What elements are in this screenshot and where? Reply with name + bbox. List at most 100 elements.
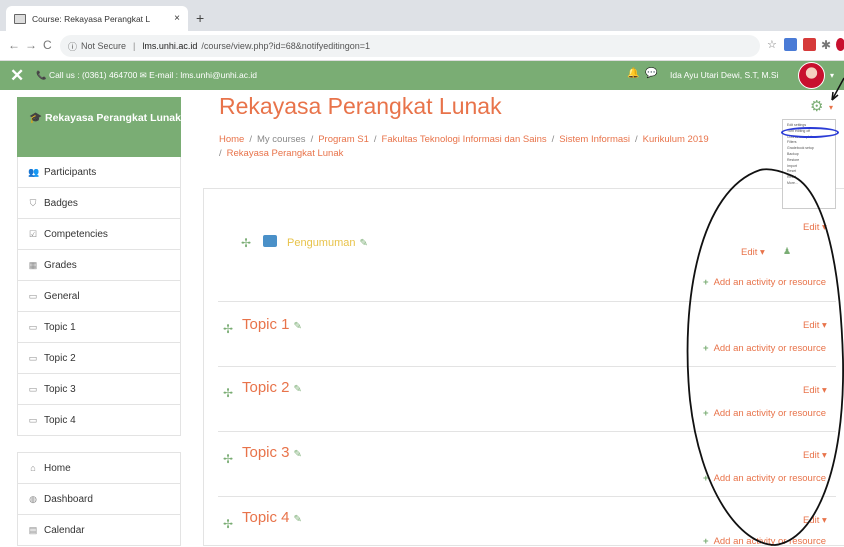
move-icon[interactable]: ✢ [241,236,251,250]
sidebar-item-badges[interactable]: ⛉ Badges [17,188,181,219]
info-icon[interactable]: ⓘ [68,40,77,53]
back-button[interactable]: ← [8,38,20,52]
person-icon[interactable]: ♟ [783,246,791,257]
contact-info: 📞 Call us : (0361) 464700 ✉ E-mail : lms… [36,70,257,80]
breadcrumb-item[interactable]: Program S1 [318,134,369,145]
extension-icon[interactable] [784,38,797,51]
sidebar-item-general[interactable]: ▭ General [17,281,181,312]
browser-tab-strip: Course: Rekayasa Perangkat L × + [0,0,844,31]
new-tab-button[interactable]: + [196,10,204,26]
section-edit-menu[interactable]: Edit ▾ [803,450,827,461]
breadcrumb-item[interactable]: Home [219,134,244,145]
folder-icon: ▭ [28,383,38,394]
sidebar-item-label: Calendar [44,524,85,536]
user-name[interactable]: Ida Ayu Utari Dewi, S.T, M.Si [670,70,779,80]
close-drawer-icon[interactable]: ✕ [10,66,24,86]
profile-icon[interactable] [836,38,844,51]
tab-close-icon[interactable]: × [174,13,180,24]
move-icon[interactable]: ✢ [223,386,233,400]
activity-edit-menu[interactable]: Edit ▾ [741,247,765,258]
section-title[interactable]: Topic 2 ✎ [242,379,302,396]
add-activity-link[interactable]: + Add an activity or resource [703,408,826,419]
add-activity-link[interactable]: + Add an activity or resource [703,473,826,484]
menu-item[interactable]: More... [787,181,833,187]
sidebar-item-label: Competencies [44,228,108,240]
bookmark-star-icon[interactable]: ☆ [767,38,777,51]
user-menu-caret-icon[interactable]: ▾ [830,71,834,80]
pencil-icon[interactable]: ✎ [294,514,302,525]
messages-icon[interactable]: 💬 [645,68,657,79]
gear-icon[interactable]: ⚙ [810,97,823,115]
move-icon[interactable]: ✢ [223,452,233,466]
graduation-cap-icon: 🎓 [29,112,45,124]
sidebar-item-label: Badges [44,197,78,209]
add-activity-link[interactable]: + Add an activity or resource [703,536,826,547]
section-title[interactable]: Topic 3 ✎ [242,444,302,461]
section-edit-menu[interactable]: Edit ▾ [803,320,827,331]
annotation-arrowhead [831,91,839,101]
pencil-icon[interactable]: ✎ [294,449,302,460]
avatar[interactable] [798,62,825,89]
browser-tab[interactable]: Course: Rekayasa Perangkat L × [6,6,188,31]
annotation-highlight-ellipse [781,127,839,138]
sidebar-item-dashboard[interactable]: ◍ Dashboard [17,484,181,515]
section-divider [218,301,836,302]
plus-icon: + [703,277,709,288]
sidebar-item-label: Topic 1 [44,321,76,333]
gear-caret-icon[interactable]: ▾ [829,103,833,112]
page-title: Rekayasa Perangkat Lunak [219,93,502,119]
favicon-icon [14,13,26,24]
calendar-icon: ▤ [28,524,38,535]
sidebar-item-home[interactable]: ⌂ Home [17,453,181,484]
section-edit-menu[interactable]: Edit ▾ [803,385,827,396]
sidebar-item-label: Topic 3 [44,383,76,395]
plus-icon: + [703,408,709,419]
folder-icon: ▭ [28,290,38,301]
folder-icon: ▭ [28,414,38,425]
section-title[interactable]: Topic 4 ✎ [242,509,302,526]
sidebar-item-label: Topic 2 [44,352,76,364]
sidebar-item-topic-1[interactable]: ▭ Topic 1 [17,312,181,343]
breadcrumb-item[interactable]: Rekayasa Perangkat Lunak [227,148,344,159]
site-navbar: ✕ 📞 Call us : (0361) 464700 ✉ E-mail : l… [0,61,844,90]
breadcrumb-item[interactable]: Kurikulum 2019 [643,134,709,145]
section-divider [218,496,836,497]
reload-button[interactable]: C [43,38,52,52]
add-activity-link[interactable]: + Add an activity or resource [703,277,826,288]
sidebar-item-grades[interactable]: ▦ Grades [17,250,181,281]
sidebar-item-topic-4[interactable]: ▭ Topic 4 [17,405,181,436]
sidebar-item-participants[interactable]: 👥 Participants [17,157,181,188]
address-bar-row: ← → C ⓘ Not Secure | lms.unhi.ac.id/cour… [0,31,844,61]
notification-bell-icon[interactable]: 🔔 [627,68,639,79]
move-icon[interactable]: ✢ [223,322,233,336]
breadcrumb-item[interactable]: My courses [257,134,306,145]
extension-icon[interactable] [803,38,816,51]
sidebar-item-label: Participants [44,166,97,178]
course-sidebar: 🎓 Rekayasa Perangkat Lunak 👥 Participants… [17,97,181,436]
pencil-icon[interactable]: ✎ [294,321,302,332]
url-field[interactable]: ⓘ Not Secure | lms.unhi.ac.id/course/vie… [60,35,760,57]
section-edit-menu[interactable]: Edit ▾ [803,515,827,526]
breadcrumb-item[interactable]: Sistem Informasi [559,134,630,145]
pencil-icon[interactable]: ✎ [360,238,368,249]
users-icon: 👥 [28,166,40,177]
sidebar-item-label: Rekayasa Perangkat Lunak [45,112,181,124]
forum-icon [263,235,277,247]
pencil-icon[interactable]: ✎ [294,384,302,395]
announcement-link[interactable]: Pengumuman ✎ [287,237,368,249]
section-title[interactable]: Topic 1 ✎ [242,316,302,333]
extensions-puzzle-icon[interactable]: ✱ [821,38,831,52]
table-icon: ▦ [28,259,38,270]
folder-icon: ▭ [28,352,38,363]
sidebar-item-course[interactable]: 🎓 Rekayasa Perangkat Lunak [17,97,181,157]
breadcrumb-item[interactable]: Fakultas Teknologi Informasi dan Sains [382,134,547,145]
sidebar-item-topic-2[interactable]: ▭ Topic 2 [17,343,181,374]
sidebar-item-calendar[interactable]: ▤ Calendar [17,515,181,546]
add-activity-link[interactable]: + Add an activity or resource [703,343,826,354]
forward-button[interactable]: → [25,38,37,52]
sidebar-item-competencies[interactable]: ☑ Competencies [17,219,181,250]
move-icon[interactable]: ✢ [223,517,233,531]
url-host: lms.unhi.ac.id [142,41,198,51]
section-edit-menu[interactable]: Edit ▾ [803,222,827,233]
sidebar-item-topic-3[interactable]: ▭ Topic 3 [17,374,181,405]
